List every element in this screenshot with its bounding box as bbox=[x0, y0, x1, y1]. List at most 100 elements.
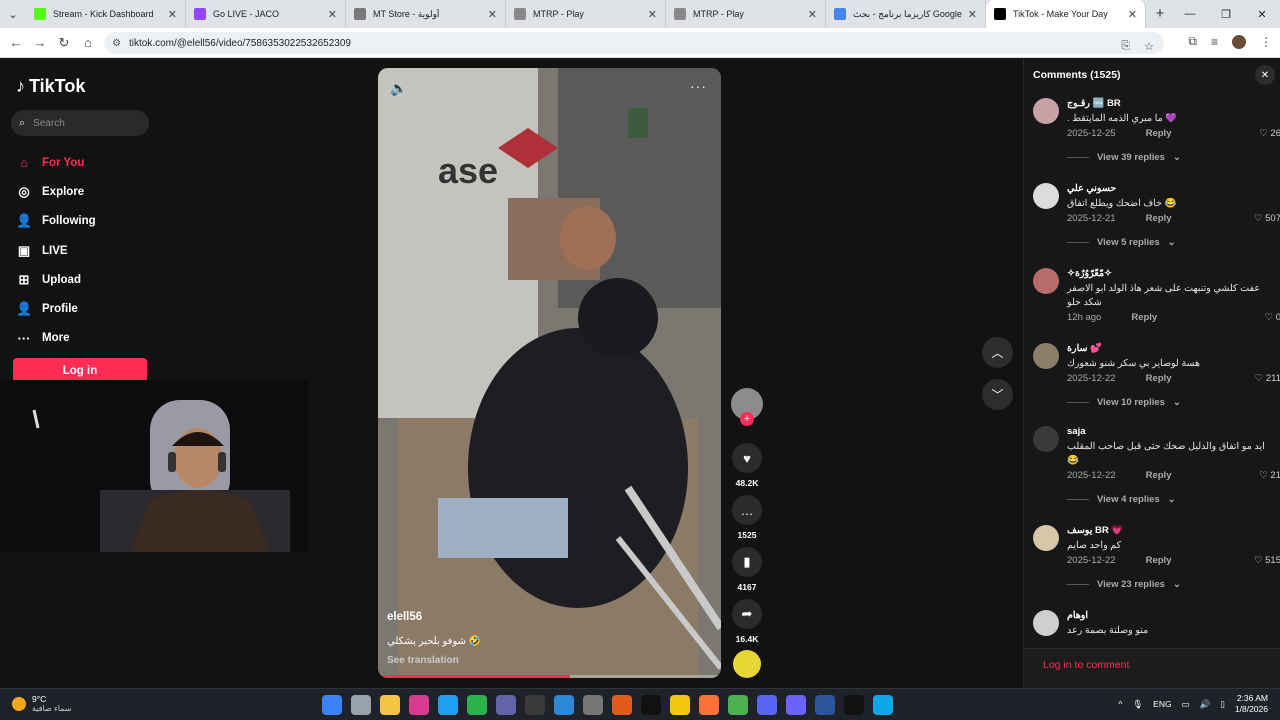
video-author[interactable]: elell56 bbox=[387, 611, 422, 623]
creator-avatar[interactable]: + bbox=[728, 388, 766, 426]
bookmark-icon[interactable]: ▮ bbox=[732, 547, 762, 577]
video-player[interactable]: ase 🔈 ··· elell56 شوفو بلحير يشكلي 🤣 See… bbox=[378, 68, 721, 678]
taskbar-app-icon[interactable] bbox=[641, 695, 661, 715]
taskbar-app-icon[interactable] bbox=[496, 695, 516, 715]
sidebar-item[interactable]: ▣ LIVE bbox=[16, 236, 96, 265]
commenter-avatar[interactable] bbox=[1033, 426, 1059, 452]
music-disc[interactable] bbox=[728, 650, 766, 678]
home-button-icon[interactable]: ⌂ bbox=[76, 35, 100, 50]
like-action[interactable]: ♥ 48.2K bbox=[728, 443, 766, 488]
browser-tab[interactable]: MTRP - Play ✕ bbox=[666, 0, 826, 28]
taskbar-app-icon[interactable] bbox=[670, 695, 690, 715]
see-translation-link[interactable]: See translation bbox=[387, 655, 459, 666]
taskbar-app-icon[interactable] bbox=[554, 695, 574, 715]
browser-tab[interactable]: TikTok - Make Your Day ✕ bbox=[986, 0, 1146, 28]
tiktok-logo[interactable]: ♪ TikTok bbox=[16, 76, 85, 97]
reply-button[interactable]: Reply bbox=[1146, 555, 1172, 566]
browser-tab[interactable]: MTRP - Play ✕ bbox=[506, 0, 666, 28]
share-icon[interactable]: ➦ bbox=[732, 599, 762, 629]
new-tab-button[interactable]: + bbox=[1146, 0, 1174, 28]
comment-like[interactable]: ♡ 21 bbox=[1259, 470, 1280, 481]
menu-dots-icon[interactable]: ⋮ bbox=[1260, 35, 1272, 49]
network-icon[interactable]: ▭ bbox=[1182, 699, 1190, 710]
back-icon[interactable]: ← bbox=[4, 35, 28, 50]
tab-close-icon[interactable]: ✕ bbox=[968, 8, 977, 21]
view-replies-button[interactable]: View 23 replies ⌄ bbox=[1067, 579, 1181, 590]
tab-search-icon[interactable]: ⌄ bbox=[0, 0, 26, 28]
taskbar-app-icon[interactable] bbox=[409, 695, 429, 715]
tab-close-icon[interactable]: ✕ bbox=[808, 8, 817, 21]
tray-chevron-icon[interactable]: ^ bbox=[1118, 699, 1122, 709]
address-bar[interactable]: ⚙ tiktok.com/@elell56/video/758635302253… bbox=[104, 32, 1164, 54]
tab-close-icon[interactable]: ✕ bbox=[488, 8, 497, 21]
comment-username[interactable]: سارة 💕 bbox=[1067, 343, 1102, 354]
extensions-icon[interactable]: ⧉ bbox=[1188, 34, 1197, 49]
browser-tab[interactable]: Stream - Kick Dashboard ✕ bbox=[26, 0, 186, 28]
reload-icon[interactable]: ↻ bbox=[52, 35, 76, 51]
browser-tab[interactable]: Go LIVE - JACO ✕ bbox=[186, 0, 346, 28]
site-info-icon[interactable]: ⚙ bbox=[112, 38, 121, 49]
commenter-avatar[interactable] bbox=[1033, 525, 1059, 551]
tab-close-icon[interactable]: ✕ bbox=[1128, 8, 1137, 21]
next-video-button[interactable]: ﹀ bbox=[982, 379, 1013, 410]
comment-username[interactable]: رقـوج 🆒 BR bbox=[1067, 98, 1121, 109]
tab-close-icon[interactable]: ✕ bbox=[328, 8, 337, 21]
taskbar-app-icon[interactable] bbox=[612, 695, 632, 715]
commenter-avatar[interactable] bbox=[1033, 183, 1059, 209]
sidebar-item[interactable]: 👤 Profile bbox=[16, 294, 96, 323]
more-options-icon[interactable]: ··· bbox=[690, 78, 707, 94]
forward-icon[interactable]: → bbox=[28, 35, 52, 50]
comment-like[interactable]: ♡ 0 bbox=[1265, 312, 1280, 323]
weather-widget[interactable]: 9°C سماء صافية bbox=[12, 694, 72, 713]
media-control-icon[interactable]: ≡ bbox=[1211, 35, 1218, 49]
comment-like[interactable]: ♡ 26 bbox=[1259, 128, 1280, 139]
sidebar-item[interactable]: ◎ Explore bbox=[16, 177, 96, 206]
follow-plus-icon[interactable]: + bbox=[740, 412, 754, 426]
commenter-avatar[interactable] bbox=[1033, 610, 1059, 636]
login-to-comment[interactable]: Log in to comment bbox=[1024, 648, 1280, 688]
taskbar-app-icon[interactable] bbox=[438, 695, 458, 715]
restore-icon[interactable]: ❐ bbox=[1208, 8, 1244, 21]
profile-avatar-icon[interactable] bbox=[1232, 34, 1246, 49]
comment-action[interactable]: … 1525 bbox=[728, 495, 766, 540]
bookmark-star-icon[interactable]: ☆ bbox=[1144, 40, 1154, 53]
volume-icon[interactable]: 🔈 bbox=[390, 80, 407, 97]
taskbar-app-icon[interactable] bbox=[873, 695, 893, 715]
language-indicator[interactable]: ENG bbox=[1153, 699, 1171, 709]
taskbar-app-icon[interactable] bbox=[757, 695, 777, 715]
taskbar-app-icon[interactable] bbox=[467, 695, 487, 715]
speaker-icon[interactable]: 🔊 bbox=[1200, 699, 1211, 710]
clock[interactable]: 2:36 AM 1/8/2026 bbox=[1235, 693, 1268, 715]
comment-username[interactable]: ✧مّعّرّوُرٌة✧ bbox=[1067, 268, 1112, 279]
search-input[interactable]: ⌕ Search bbox=[11, 110, 149, 136]
close-window-icon[interactable]: ✕ bbox=[1244, 8, 1280, 21]
comment-username[interactable]: حسوني علي bbox=[1067, 183, 1116, 194]
commenter-avatar[interactable] bbox=[1033, 343, 1059, 369]
taskbar-app-icon[interactable] bbox=[815, 695, 835, 715]
install-app-icon[interactable]: ⎘ bbox=[1121, 40, 1130, 53]
tab-close-icon[interactable]: ✕ bbox=[648, 8, 657, 21]
sidebar-item[interactable]: ⊞ Upload bbox=[16, 265, 96, 294]
taskbar-app-icon[interactable] bbox=[351, 695, 371, 715]
comment-icon[interactable]: … bbox=[732, 495, 762, 525]
sidebar-item[interactable]: ⌂ For You bbox=[16, 148, 96, 177]
comment-username[interactable]: saja bbox=[1067, 426, 1086, 437]
battery-icon[interactable]: ▯ bbox=[1220, 699, 1225, 710]
view-replies-button[interactable]: View 4 replies ⌄ bbox=[1067, 494, 1176, 505]
view-replies-button[interactable]: View 10 replies ⌄ bbox=[1067, 397, 1181, 408]
taskbar-app-icon[interactable] bbox=[844, 695, 864, 715]
reply-button[interactable]: Reply bbox=[1146, 213, 1172, 224]
taskbar-app-icon[interactable] bbox=[525, 695, 545, 715]
tab-close-icon[interactable]: ✕ bbox=[168, 8, 177, 21]
share-action[interactable]: ➦ 16.4K bbox=[728, 599, 766, 644]
taskbar-app-icon[interactable] bbox=[728, 695, 748, 715]
previous-video-button[interactable]: ︿ bbox=[982, 337, 1013, 368]
commenter-avatar[interactable] bbox=[1033, 268, 1059, 294]
video-progress-bar[interactable] bbox=[378, 675, 721, 678]
browser-tab[interactable]: كاريزما برنامج - بحث Google ✕ bbox=[826, 0, 986, 28]
music-disc-icon[interactable] bbox=[733, 650, 761, 678]
view-replies-button[interactable]: View 5 replies ⌄ bbox=[1067, 237, 1176, 248]
comment-username[interactable]: اوهام bbox=[1067, 610, 1088, 621]
taskbar-app-icon[interactable] bbox=[322, 695, 342, 715]
reply-button[interactable]: Reply bbox=[1146, 373, 1172, 384]
